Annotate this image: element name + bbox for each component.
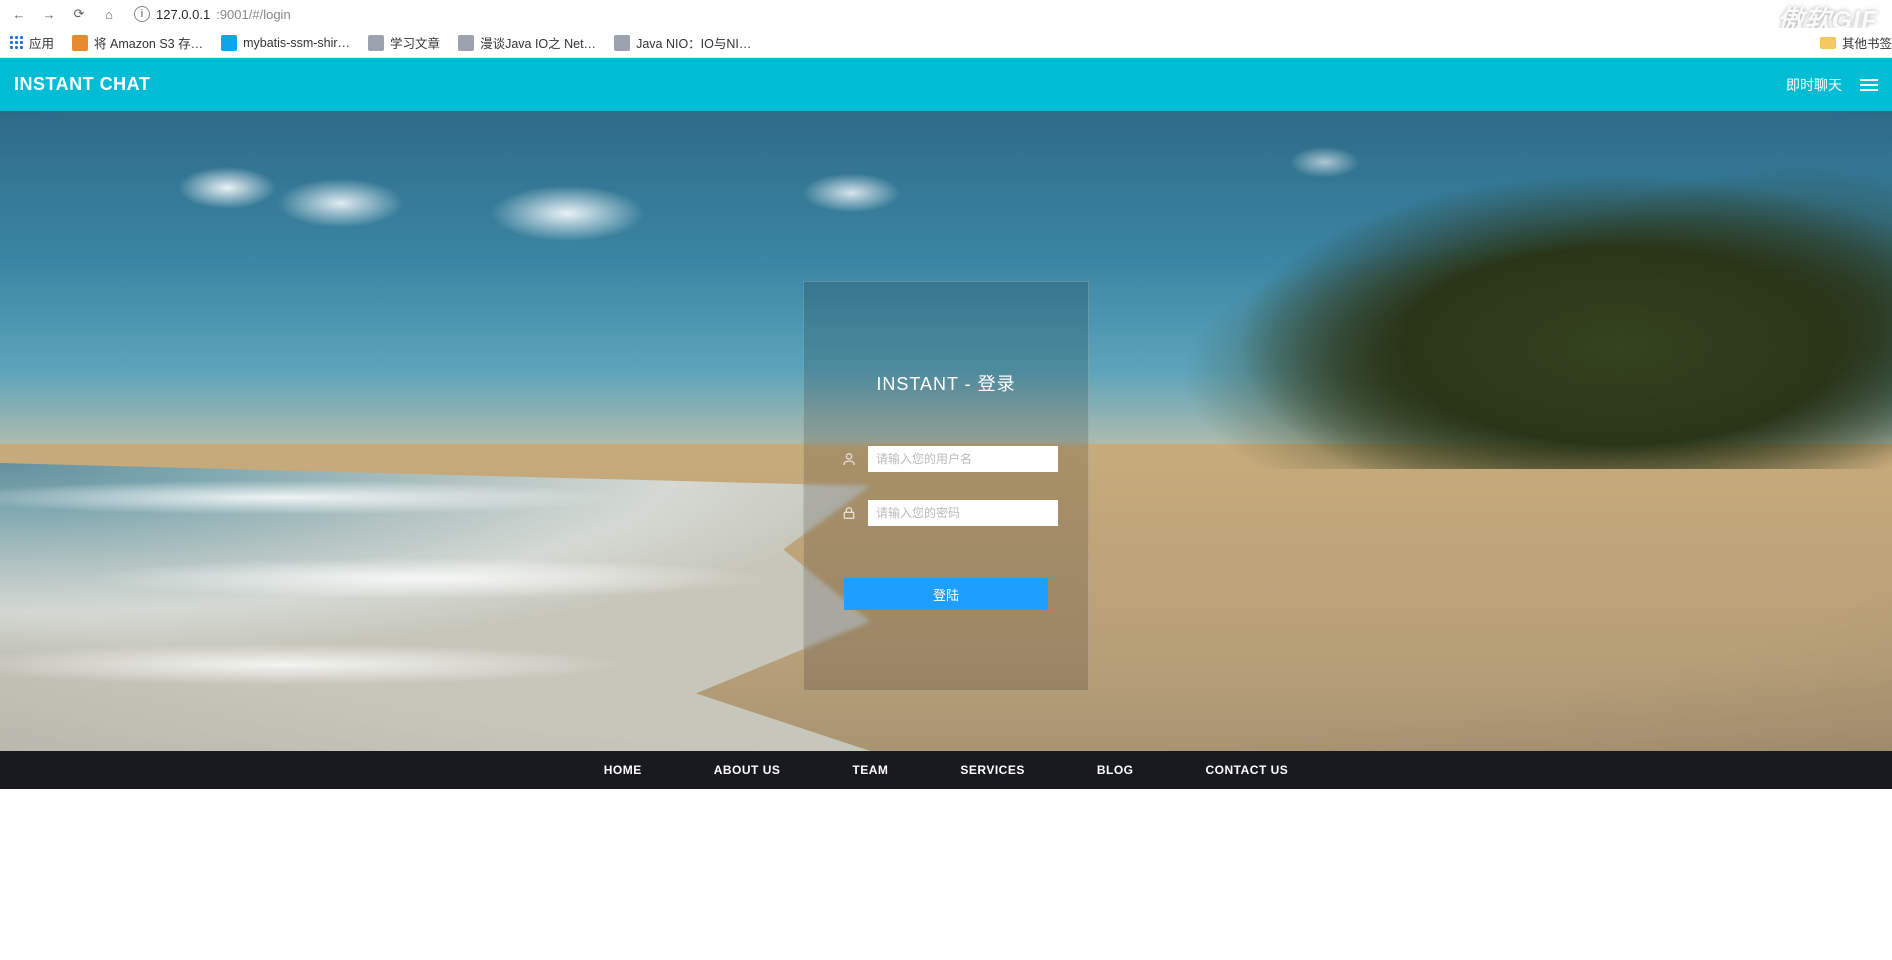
- login-title: INSTANT - 登录: [876, 370, 1015, 396]
- login-card: INSTANT - 登录 登陆: [803, 281, 1089, 691]
- bookmark-favicon: [614, 35, 630, 51]
- footer-link-blog[interactable]: BLOG: [1097, 763, 1134, 777]
- username-input[interactable]: [868, 446, 1058, 472]
- brand-title: INSTANT CHAT: [14, 74, 150, 95]
- bookmarks-bar: 应用 将 Amazon S3 存… mybatis-ssm-shir… 学习文章…: [0, 28, 1892, 58]
- browser-back-button[interactable]: ←: [10, 7, 28, 22]
- browser-home-button[interactable]: ⌂: [100, 7, 118, 22]
- bookmark-favicon: [221, 35, 237, 51]
- footer-link-about[interactable]: ABOUT US: [714, 763, 781, 777]
- footer-link-home[interactable]: HOME: [604, 763, 642, 777]
- app-topnav: INSTANT CHAT 即时聊天: [0, 58, 1892, 111]
- bookmark-label: mybatis-ssm-shir…: [243, 36, 350, 50]
- bookmark-favicon: [458, 35, 474, 51]
- hamburger-menu-icon[interactable]: [1860, 79, 1878, 91]
- password-input[interactable]: [868, 500, 1058, 526]
- bookmark-label: 漫谈Java IO之 Net…: [480, 33, 596, 52]
- footer-link-team[interactable]: TEAM: [852, 763, 888, 777]
- apps-icon: [10, 36, 23, 49]
- footer-link-contact[interactable]: CONTACT US: [1206, 763, 1289, 777]
- bookmark-item[interactable]: mybatis-ssm-shir…: [221, 35, 350, 51]
- site-info-icon[interactable]: i: [134, 6, 150, 22]
- browser-toolbar: ← → ⟳ ⌂ i 127.0.0.1:9001/#/login 傲软GIF: [0, 0, 1892, 28]
- url-host: 127.0.0.1: [156, 7, 210, 22]
- bookmark-favicon: [368, 35, 384, 51]
- bookmark-favicon: [72, 35, 88, 51]
- bookmark-label: Java NIO：IO与NI…: [636, 33, 751, 52]
- lock-icon: [840, 504, 858, 522]
- url-path: :9001/#/login: [216, 7, 290, 22]
- bookmark-label: 将 Amazon S3 存…: [94, 33, 203, 52]
- password-row: [804, 500, 1088, 526]
- other-bookmarks-label: 其他书签: [1842, 33, 1892, 52]
- login-submit-button[interactable]: 登陆: [844, 578, 1048, 610]
- folder-icon: [1820, 37, 1836, 49]
- other-bookmarks[interactable]: 其他书签: [1820, 33, 1892, 52]
- username-row: [804, 446, 1088, 472]
- apps-shortcut[interactable]: 应用: [10, 33, 54, 52]
- bookmark-item[interactable]: 将 Amazon S3 存…: [72, 33, 203, 52]
- topnav-chat-link[interactable]: 即时聊天: [1786, 75, 1842, 95]
- browser-forward-button[interactable]: →: [40, 7, 58, 22]
- apps-label: 应用: [29, 33, 54, 52]
- hero-section: INSTANT - 登录 登陆: [0, 111, 1892, 751]
- browser-omnibox[interactable]: i 127.0.0.1 :9001/#/login: [134, 3, 291, 25]
- footer-link-services[interactable]: SERVICES: [960, 763, 1024, 777]
- bookmark-item[interactable]: Java NIO：IO与NI…: [614, 33, 751, 52]
- browser-reload-button[interactable]: ⟳: [70, 6, 88, 22]
- footer-nav: HOME ABOUT US TEAM SERVICES BLOG CONTACT…: [0, 751, 1892, 789]
- bookmark-item[interactable]: 学习文章: [368, 33, 440, 52]
- bookmark-label: 学习文章: [390, 33, 440, 52]
- bookmark-item[interactable]: 漫谈Java IO之 Net…: [458, 33, 596, 52]
- user-icon: [840, 450, 858, 468]
